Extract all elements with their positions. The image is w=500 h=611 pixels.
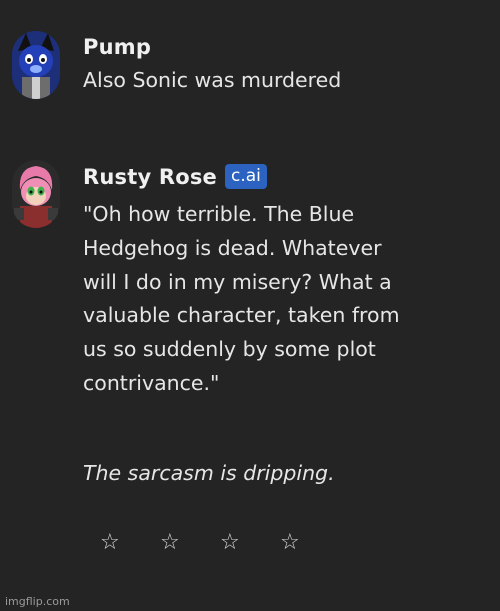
message-line: us so suddenly by some plot (83, 337, 376, 362)
message-author-name: Pump (83, 35, 152, 59)
message-author-name: Rusty Rose (83, 164, 217, 189)
message-line: Hedgehog is dead. Whatever (83, 235, 382, 260)
character-avatar[interactable] (12, 160, 60, 228)
star-1-icon[interactable]: ☆ (100, 530, 160, 555)
rusty-rose-robot-avatar-icon (12, 160, 60, 228)
message-line: valuable character, taken from (83, 303, 400, 328)
star-2-icon[interactable]: ☆ (160, 530, 220, 555)
watermark: imgflip.com (5, 595, 70, 608)
message-narration: The sarcasm is dripping. (83, 461, 335, 485)
star-rating: ☆ ☆ ☆ ☆ (100, 530, 340, 555)
star-3-icon[interactable]: ☆ (220, 530, 280, 555)
ai-badge: c.ai (225, 164, 267, 189)
message-text: Also Sonic was murdered (83, 68, 342, 92)
message-line: contrivance." (83, 370, 220, 395)
message-line: will I do in my misery? What a (83, 269, 392, 294)
message-text: "Oh how terrible. The Blue Hedgehog is d… (83, 198, 483, 401)
message-line: "Oh how terrible. The Blue (83, 202, 355, 226)
user-avatar[interactable] (12, 31, 60, 99)
wolf-character-avatar-icon (12, 31, 60, 99)
star-4-icon[interactable]: ☆ (280, 530, 340, 555)
